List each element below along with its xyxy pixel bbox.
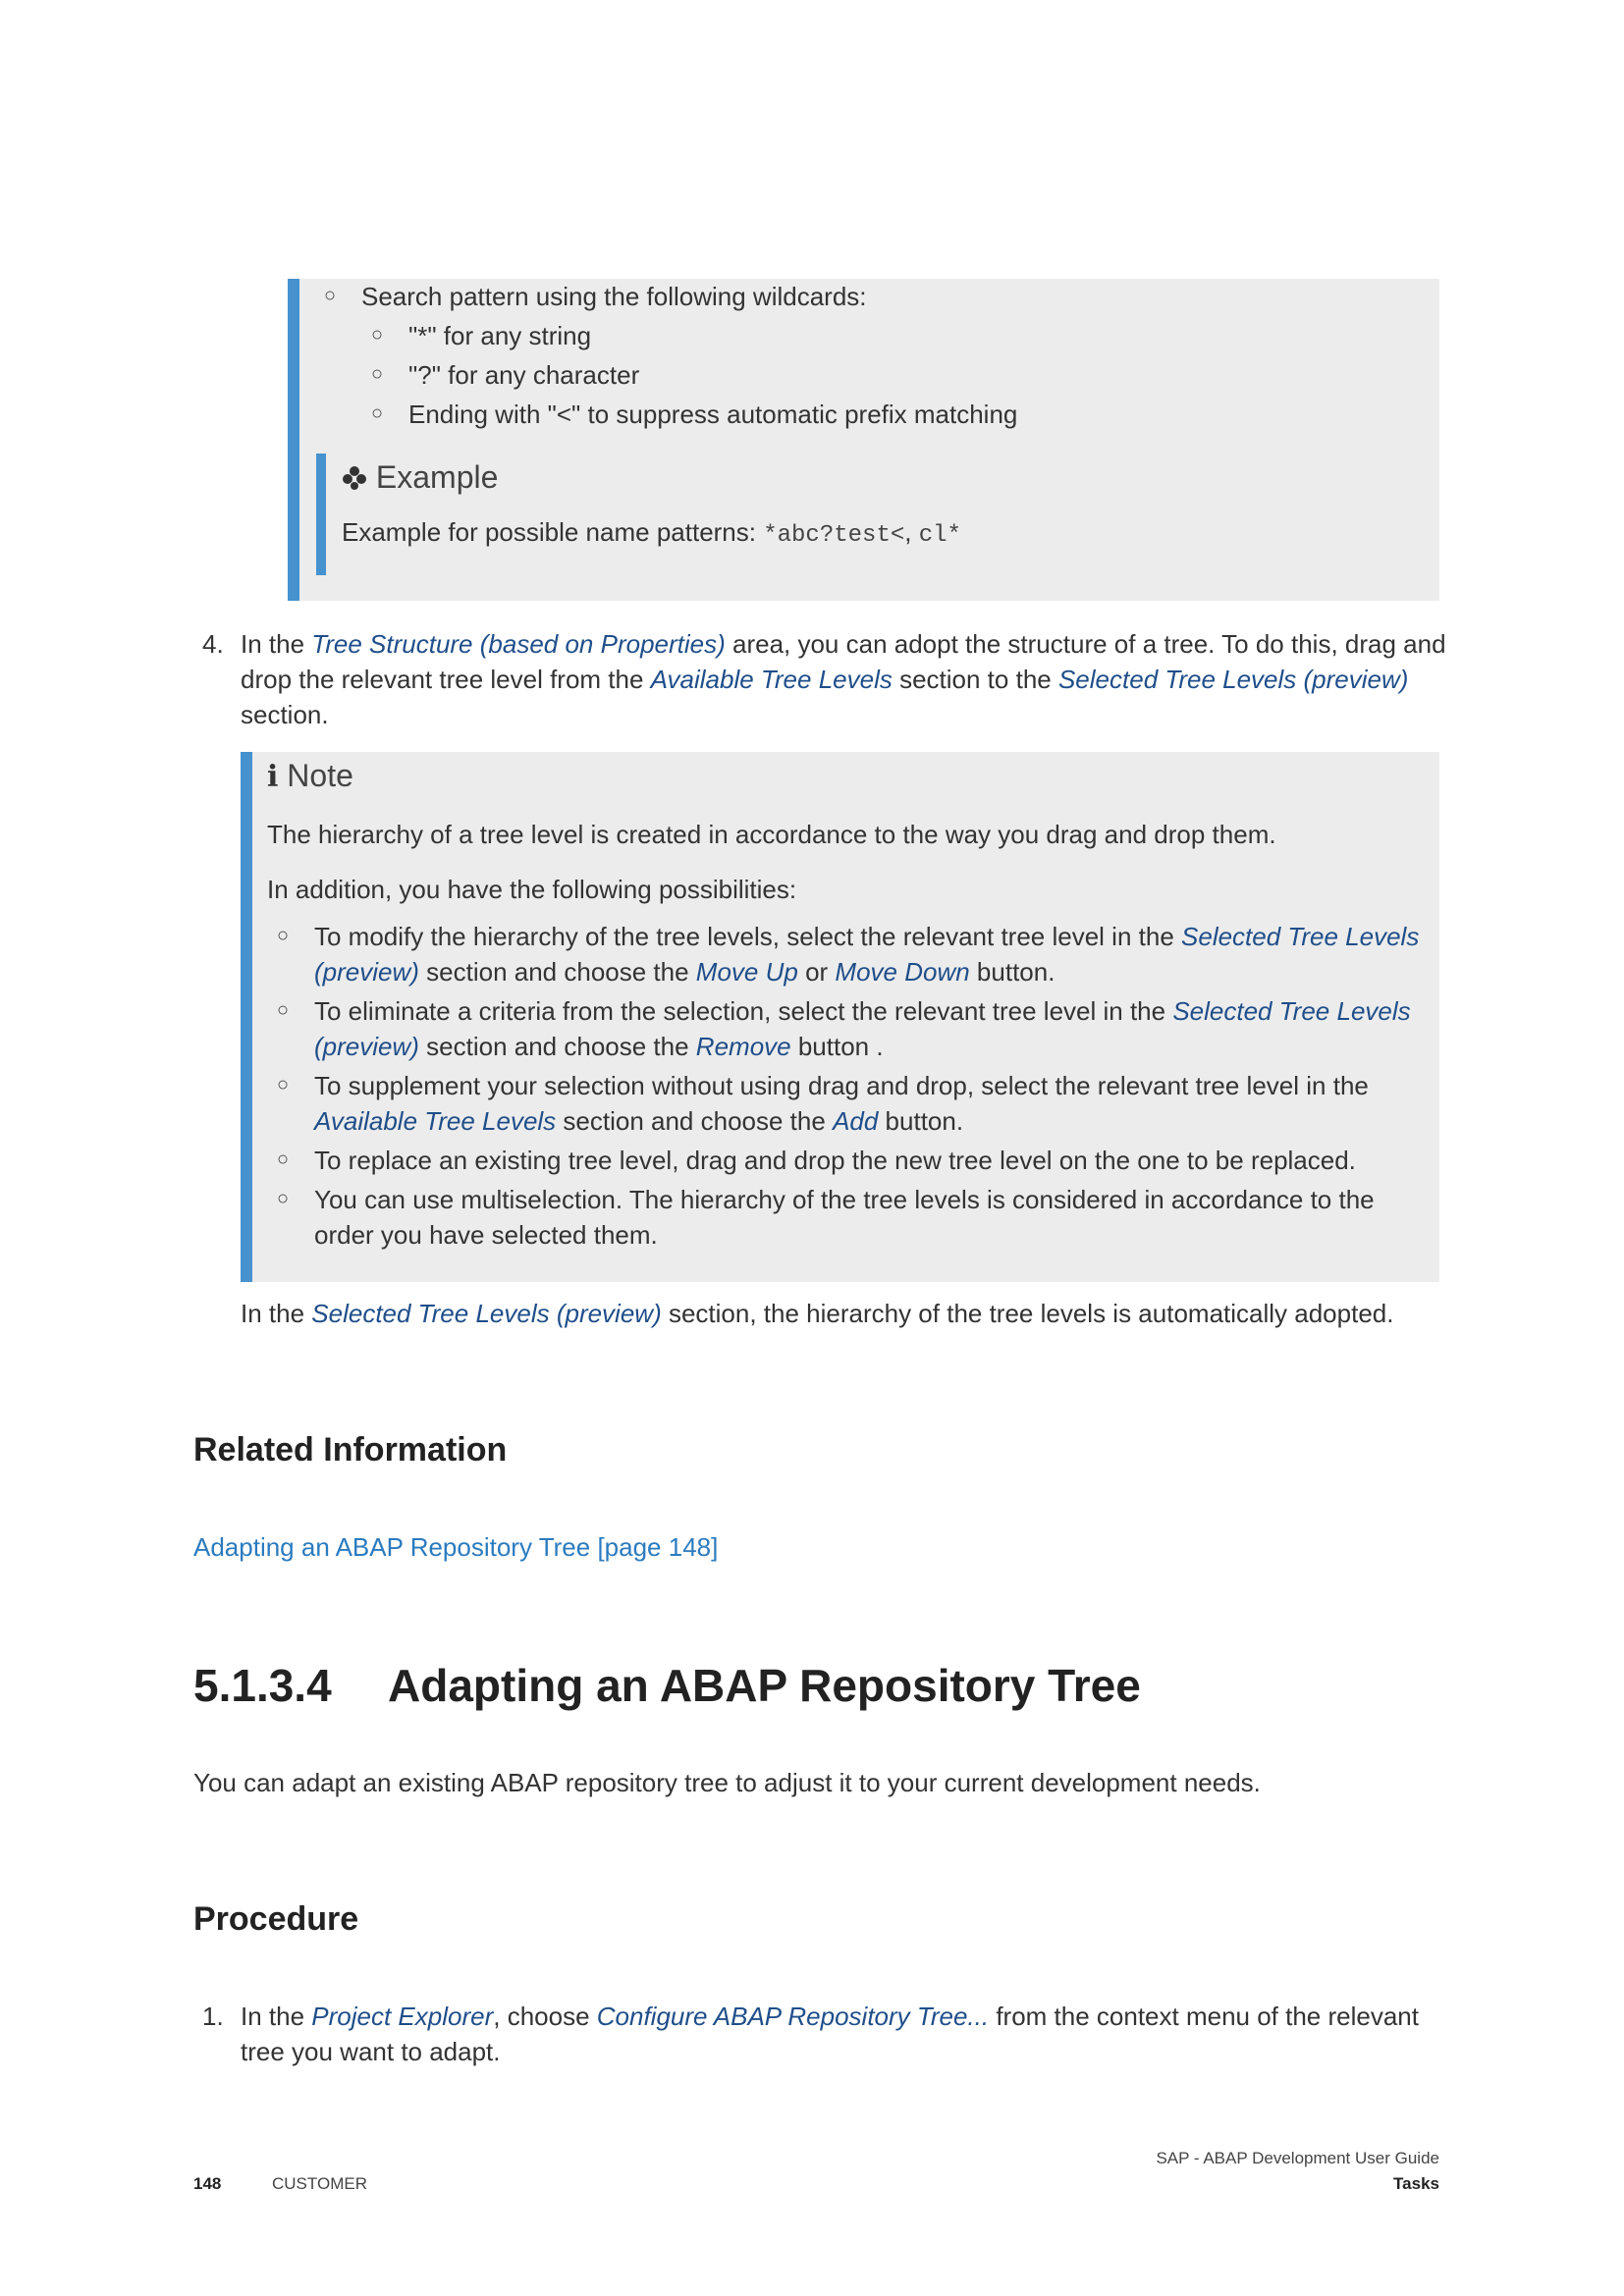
bullet-icon: ○ [371,324,384,346]
bullet-icon: ○ [371,402,384,424]
procedure-step1-cont: tree you want to adapt. [241,2037,501,2066]
footer-section: Tasks [1393,2174,1439,2193]
ui-term: Selected Tree Levels (preview) [311,1299,662,1328]
note-bullet-2: To eliminate a criteria from the selecti… [314,993,1411,1029]
ui-term: Selected Tree Levels [1172,996,1411,1026]
bullet-icon: ○ [277,999,290,1021]
note-line: The hierarchy of a tree level is created… [267,820,1276,849]
text: In the [241,2002,312,2031]
bullet-icon: ○ [277,1074,290,1095]
text: button . [790,1032,884,1061]
after-note-text: In the Selected Tree Levels (preview) se… [241,1296,1393,1331]
text: section and choose the [556,1106,834,1136]
wildcard-item: Ending with "<" to suppress automatic pr… [408,400,1018,429]
text: section, the hierarchy of the tree level… [661,1299,1394,1328]
related-link[interactable]: Adapting an ABAP Repository Tree [page 1… [193,1529,718,1565]
wildcards-intro: Search pattern using the following wildc… [361,282,867,311]
bullet-icon: ○ [277,1148,290,1170]
footer-guide: SAP - ABAP Development User Guide [1156,2149,1439,2167]
ui-term: Available Tree Levels [650,665,893,694]
text: section and choose the [418,1032,696,1061]
ui-term: Selected Tree Levels [1181,922,1420,951]
section-number: 5.1.3.4 [193,1660,332,1711]
step4-line3: section. [241,700,329,729]
note-title: Note [287,758,353,793]
text: In the [241,1299,312,1328]
page-number: 148 [193,2174,222,2193]
section-title: Adapting an ABAP Repository Tree [388,1660,1141,1711]
example-title-row: Example [342,459,498,496]
example-separator: , [904,517,919,547]
step-number: 1. [202,2002,224,2031]
note-bullet-5: You can use multiselection. The hierarch… [314,1185,1375,1214]
info-icon: i [267,760,279,794]
note-bullet-2-cont: (preview) section and choose the Remove … [314,1029,884,1064]
text: In the [241,629,312,659]
wildcard-item: "?" for any character [408,360,640,390]
example-icon [343,466,366,490]
note-bullet-1-cont: (preview) section and choose the Move Up… [314,954,1055,989]
example-code: cl* [918,522,961,549]
ui-term: Add [833,1106,879,1136]
ui-term: Tree Structure (based on Properties) [311,629,726,659]
example-text: Example for possible name patterns: *abc… [342,514,961,554]
bullet-icon: ○ [277,925,290,946]
ui-term: (preview) [314,1032,419,1061]
document-page: ○ Search pattern using the following wil… [0,0,1624,2296]
example-code: *abc?test< [763,522,905,549]
example-title: Example [375,459,499,495]
text: To modify the hierarchy of the tree leve… [314,922,1182,951]
text: or [797,957,836,987]
wildcard-item: "*" for any string [408,321,592,350]
ui-term: Move Up [695,957,798,987]
ui-term: Project Explorer [311,2002,494,2031]
ui-term: Available Tree Levels [314,1106,557,1136]
step-number: 4. [202,629,224,659]
text: area, you can adopt the structure of a t… [725,629,1446,659]
procedure-heading: Procedure [193,1900,359,1938]
text: drop the relevant tree level from the [241,665,651,694]
text: from the context menu of the relevant [989,2002,1419,2031]
section-intro: You can adapt an existing ABAP repositor… [193,1768,1261,1797]
text: To eliminate a criteria from the selecti… [314,996,1173,1026]
procedure-step1: In the Project Explorer, choose Configur… [241,1999,1419,2034]
ui-term: Configure ABAP Repository Tree... [596,2002,990,2031]
bullet-icon: ○ [277,1188,290,1209]
note-title-row: i Note [267,758,353,794]
text: , choose [493,2002,597,2031]
ui-term: Selected Tree Levels (preview) [1057,665,1409,694]
note-bullet-4: To replace an existing tree level, drag … [314,1146,1356,1175]
text: button. [878,1106,964,1136]
bullet-icon: ○ [324,285,337,306]
text: section to the [892,665,1058,694]
note-bullet-5-cont: order you have selected them. [314,1220,658,1250]
note-bullet-3: To supplement your selection without usi… [314,1071,1369,1100]
step4-line1: In the Tree Structure (based on Properti… [241,626,1446,662]
text: button. [969,957,1056,987]
note-bullet-3-cont: Available Tree Levels section and choose… [314,1103,963,1139]
footer-label: CUSTOMER [272,2174,367,2193]
example-label: Example for possible name patterns: [342,517,764,547]
note-line: In addition, you have the following poss… [267,875,797,904]
ui-term: Remove [695,1032,791,1061]
ui-term: Move Down [835,957,970,987]
bullet-icon: ○ [371,363,384,385]
example-callout [316,454,326,575]
text: section and choose the [418,957,696,987]
ui-term: (preview) [314,957,419,987]
related-heading: Related Information [193,1431,508,1468]
step4-line2: drop the relevant tree level from the Av… [241,662,1408,697]
note-bullet-1: To modify the hierarchy of the tree leve… [314,919,1419,954]
